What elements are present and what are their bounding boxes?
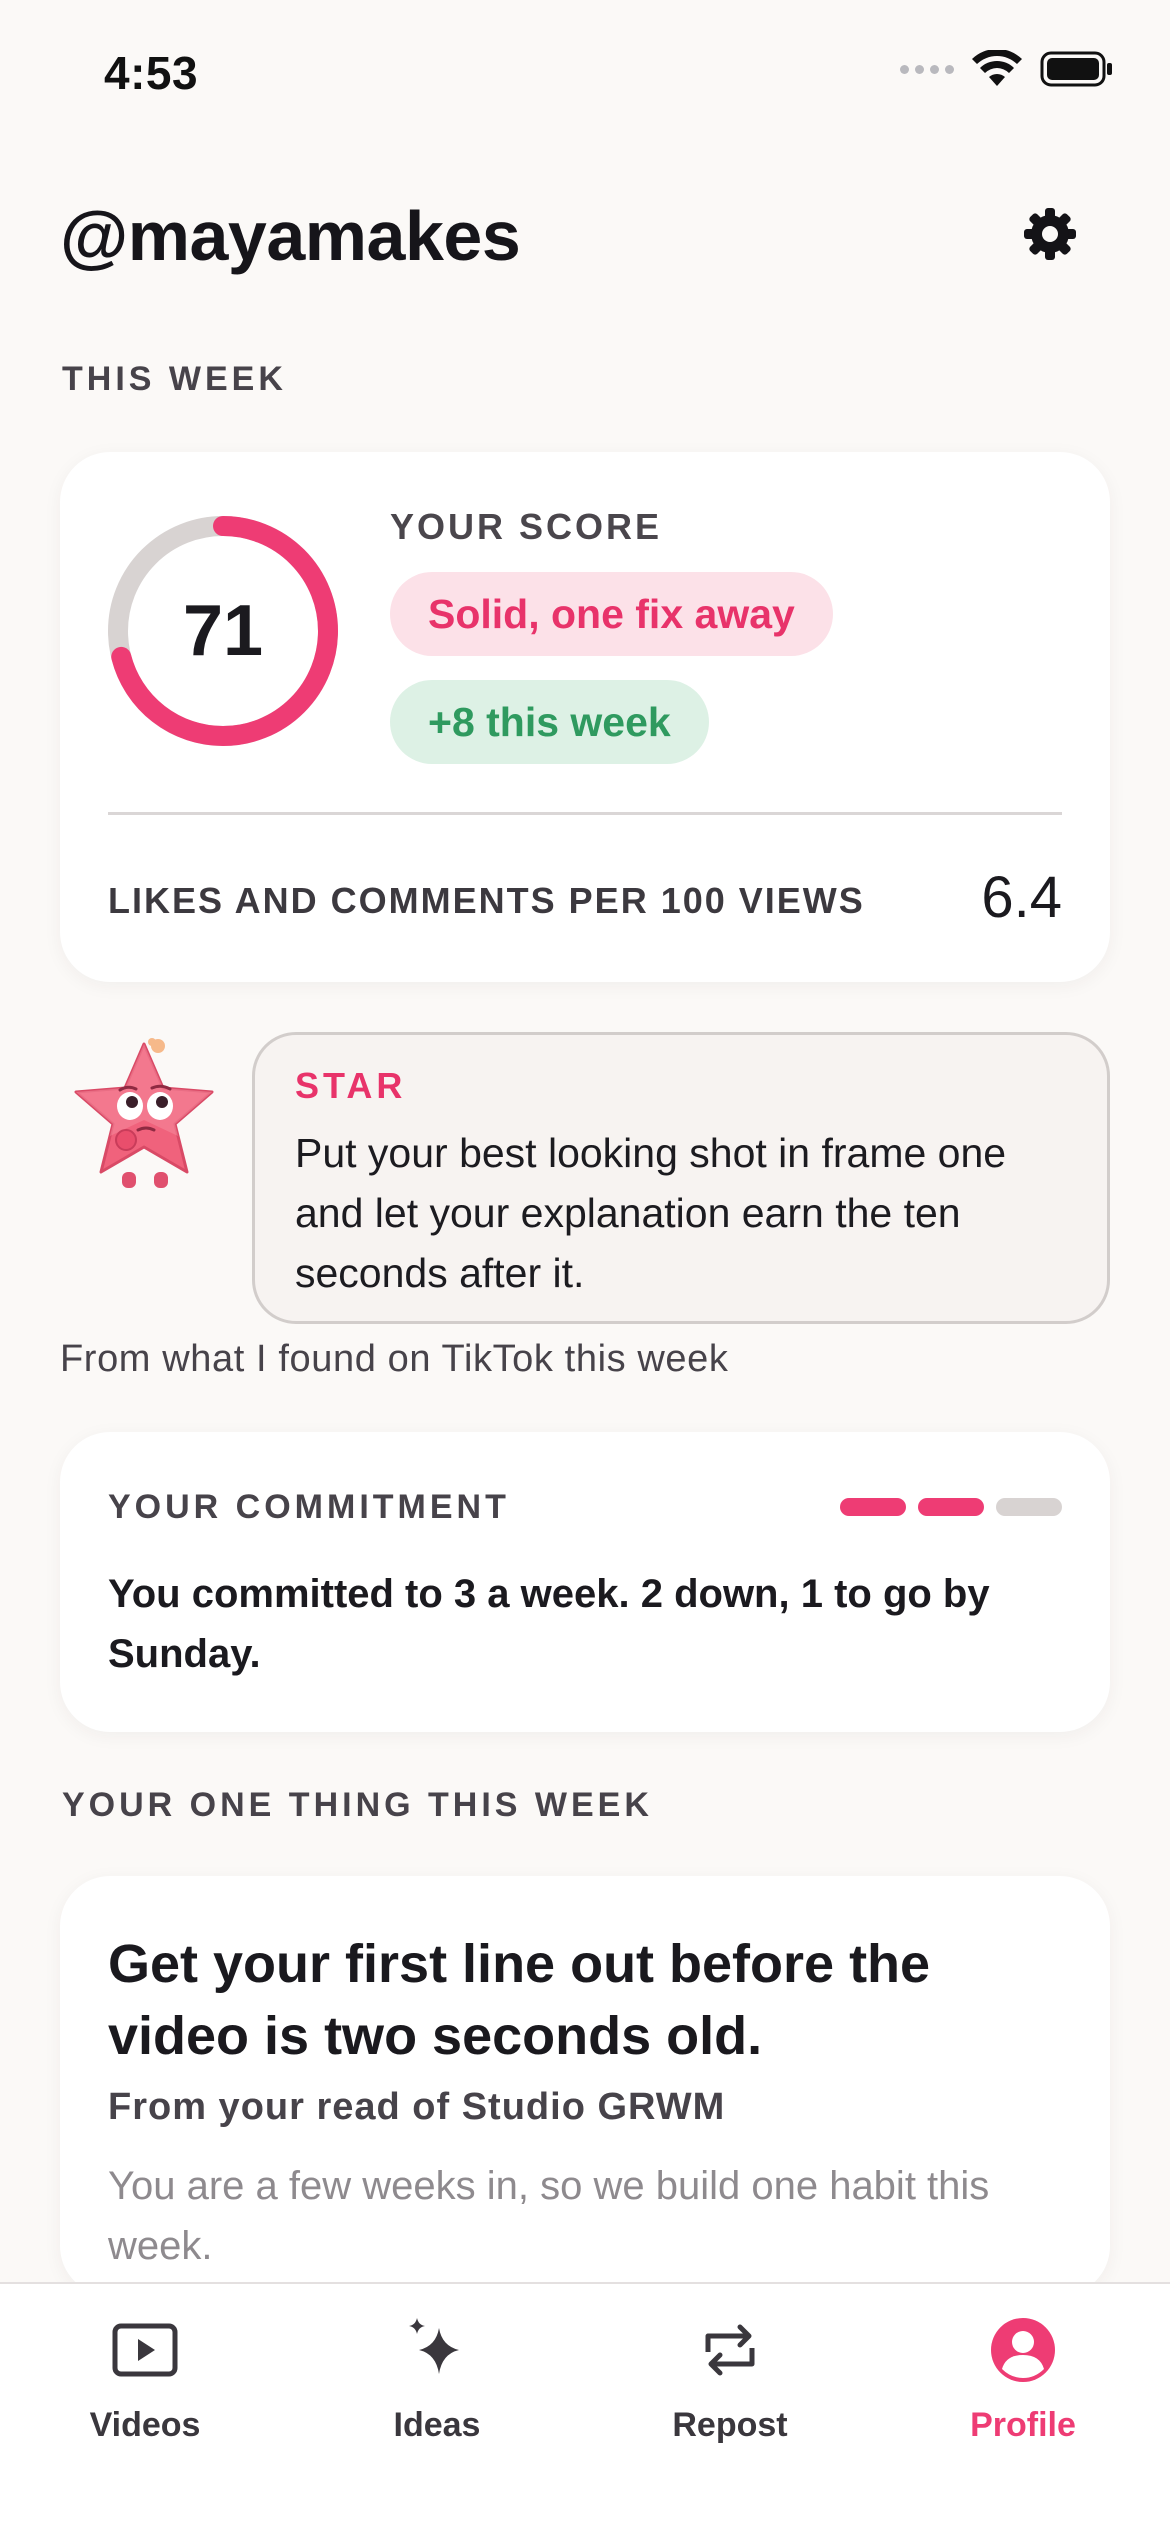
commitment-progress-segment <box>840 1498 906 1516</box>
tab-label: Videos <box>89 2406 201 2444</box>
coach-source-note: From what I found on TikTok this week <box>60 1338 729 1380</box>
one-thing-body: You are a few weeks in, so we build one … <box>108 2164 990 2268</box>
tab-ideas[interactable]: Ideas <box>337 2312 537 2445</box>
one-thing-subtitle: From your read of Studio GRWM <box>108 2086 726 2128</box>
tab-profile[interactable]: Profile <box>923 2312 1123 2445</box>
status-time: 4:53 <box>104 47 199 99</box>
engagement-metric-label: LIKES AND COMMENTS PER 100 VIEWS <box>108 880 865 921</box>
section-label-one-thing: YOUR ONE THING THIS WEEK <box>62 1786 653 1824</box>
commitment-label: YOUR COMMITMENT <box>108 1488 510 1526</box>
settings-gear-icon[interactable] <box>1022 206 1078 262</box>
tab-label: Ideas <box>393 2406 481 2444</box>
profile-screen: 4:53 @mayamakes THIS WEEK 71 YOUR SCORE … <box>0 0 1170 2532</box>
tab-label: Repost <box>672 2406 788 2444</box>
score-verdict-badge: Solid, one fix away <box>390 572 833 656</box>
profile-icon <box>991 2318 1055 2382</box>
play-square-icon <box>112 2323 178 2377</box>
score-change-badge: +8 this week <box>390 680 709 764</box>
coach-speech-bubble: STAR Put your best looking shot in frame… <box>252 1032 1110 1324</box>
commitment-progress <box>840 1498 1062 1516</box>
score-card: 71 YOUR SCORE Solid, one fix away +8 thi… <box>60 452 1110 982</box>
commitment-progress-segment <box>918 1498 984 1516</box>
page-title: @mayamakes <box>60 197 521 275</box>
wifi-icon <box>972 50 1022 86</box>
coach-message: Put your best looking shot in frame one … <box>295 1130 1007 1296</box>
commitment-progress-segment <box>996 1498 1062 1516</box>
section-label-this-week: THIS WEEK <box>62 360 287 398</box>
cellular-signal-icon <box>900 64 954 74</box>
divider <box>108 812 1062 815</box>
score-value: 71 <box>182 591 264 671</box>
tab-videos[interactable]: Videos <box>45 2312 245 2445</box>
tab-label: Profile <box>970 2406 1076 2444</box>
one-thing-title: Get your first line out before the video… <box>108 1934 931 2066</box>
sparkles-icon <box>409 2318 459 2374</box>
star-mascot-icon <box>74 1038 214 1188</box>
commitment-card[interactable]: YOUR COMMITMENT You committed to 3 a wee… <box>60 1432 1110 1732</box>
status-indicators <box>900 50 1114 88</box>
tab-bar: Videos Ideas Repost Profile <box>0 2282 1170 2532</box>
tab-repost[interactable]: Repost <box>630 2312 830 2445</box>
commitment-text: You committed to 3 a week. 2 down, 1 to … <box>108 1572 990 1676</box>
score-label: YOUR SCORE <box>390 506 663 547</box>
one-thing-card[interactable]: Get your first line out before the video… <box>60 1876 1110 2296</box>
repost-icon <box>705 2324 755 2376</box>
coach-name: STAR <box>295 1065 407 1106</box>
battery-icon <box>1040 51 1112 87</box>
engagement-metric-value: 6.4 <box>981 865 1062 930</box>
